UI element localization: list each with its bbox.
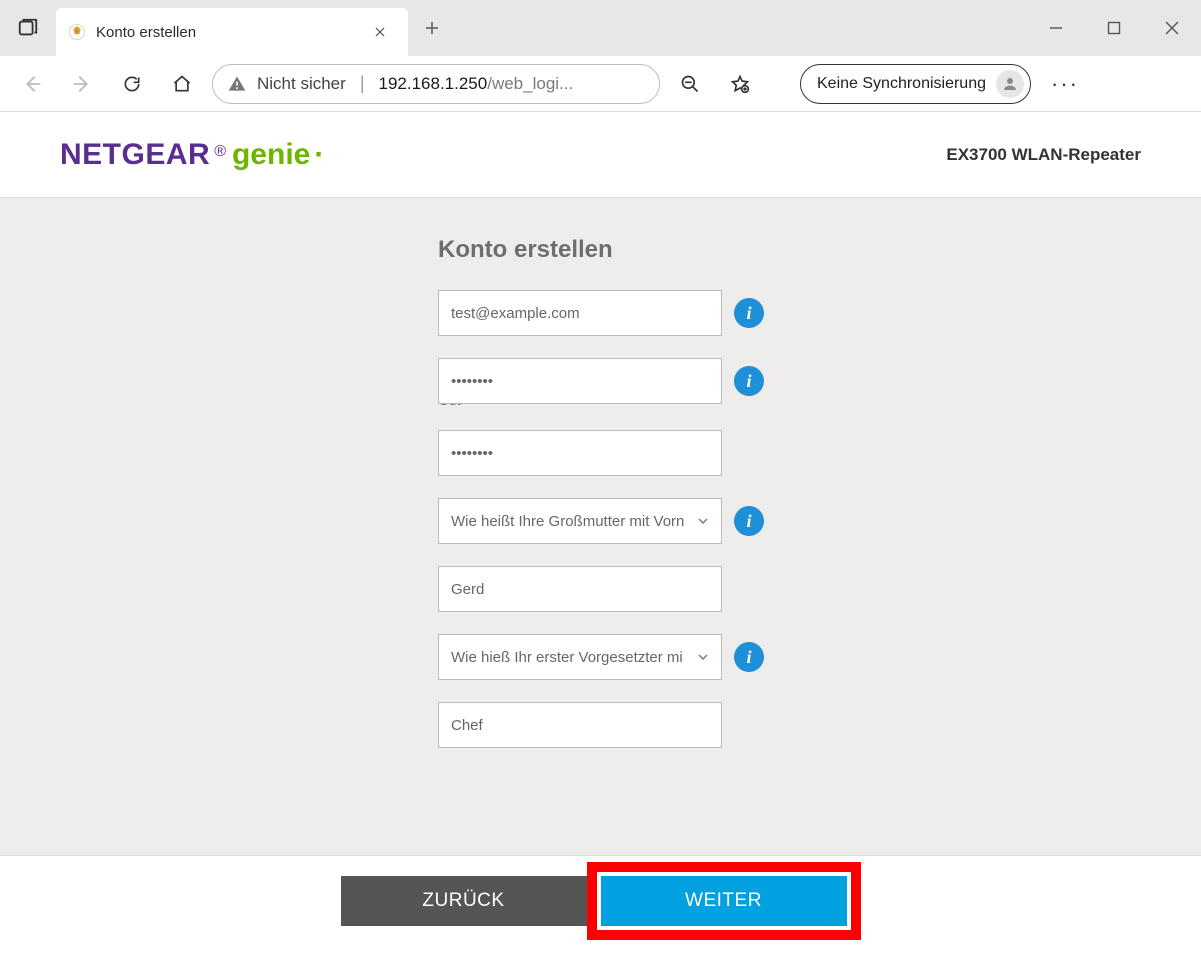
back-nav-icon[interactable] xyxy=(12,64,52,104)
titlebar: Konto erstellen xyxy=(0,0,1201,56)
password-confirm-field[interactable] xyxy=(438,430,722,476)
next-button[interactable]: WEITER xyxy=(601,876,847,926)
password-field[interactable] xyxy=(438,358,722,404)
sync-button[interactable]: Keine Synchronisierung xyxy=(800,64,1031,104)
next-button-highlight: WEITER xyxy=(587,862,861,940)
tab-title: Konto erstellen xyxy=(96,24,356,41)
chevron-down-icon xyxy=(695,513,711,529)
chevron-down-icon xyxy=(695,649,711,665)
create-account-form: Konto erstellen i i Gut Wie heißt Ihre G… xyxy=(438,236,768,748)
info-icon[interactable]: i xyxy=(734,298,764,328)
maximize-button[interactable] xyxy=(1085,0,1143,56)
minimize-button[interactable] xyxy=(1027,0,1085,56)
menu-icon[interactable]: ··· xyxy=(1041,71,1089,97)
forward-nav-icon[interactable] xyxy=(62,64,102,104)
security-question-2-select[interactable]: Wie hieß Ihr erster Vorgesetzter mi xyxy=(438,634,722,680)
titlebar-left: Konto erstellen xyxy=(0,0,456,56)
favorites-icon[interactable] xyxy=(720,64,760,104)
favicon-icon xyxy=(68,23,86,41)
footer-buttons: ZURÜCK WEITER xyxy=(0,855,1201,945)
address-separator: | xyxy=(356,73,369,94)
netgear-genie-logo: NETGEAR® genie· xyxy=(60,138,324,172)
browser-tab[interactable]: Konto erstellen xyxy=(56,8,408,56)
back-button[interactable]: ZURÜCK xyxy=(341,876,587,926)
info-icon[interactable]: i xyxy=(734,642,764,672)
address-bar[interactable]: Nicht sicher | 192.168.1.250/web_logi... xyxy=(212,64,660,104)
not-secure-icon xyxy=(227,74,247,94)
device-name: EX3700 WLAN-Repeater xyxy=(946,145,1141,165)
form-title: Konto erstellen xyxy=(438,236,768,264)
address-url: 192.168.1.250/web_logi... xyxy=(379,74,574,94)
zoom-out-icon[interactable] xyxy=(670,64,710,104)
close-tab-icon[interactable] xyxy=(366,18,394,46)
window-controls xyxy=(1027,0,1201,56)
close-window-button[interactable] xyxy=(1143,0,1201,56)
sync-label: Keine Synchronisierung xyxy=(817,75,986,93)
browser-toolbar: Nicht sicher | 192.168.1.250/web_logi...… xyxy=(0,56,1201,112)
page-body: Konto erstellen i i Gut Wie heißt Ihre G… xyxy=(0,198,1201,945)
profile-avatar-icon xyxy=(996,70,1024,98)
security-question-1-select[interactable]: Wie heißt Ihre Großmutter mit Vorn xyxy=(438,498,722,544)
security-answer-1-field[interactable] xyxy=(438,566,722,612)
info-icon[interactable]: i xyxy=(734,506,764,536)
info-icon[interactable]: i xyxy=(734,366,764,396)
security-label: Nicht sicher xyxy=(257,74,346,94)
browser-chrome: Konto erstellen xyxy=(0,0,1201,112)
new-tab-button[interactable] xyxy=(408,4,456,52)
security-answer-2-field[interactable] xyxy=(438,702,722,748)
reload-icon[interactable] xyxy=(112,64,152,104)
email-field[interactable] xyxy=(438,290,722,336)
page-header: NETGEAR® genie· EX3700 WLAN-Repeater xyxy=(0,112,1201,198)
home-icon[interactable] xyxy=(162,64,202,104)
tab-overview-icon[interactable] xyxy=(0,0,56,56)
